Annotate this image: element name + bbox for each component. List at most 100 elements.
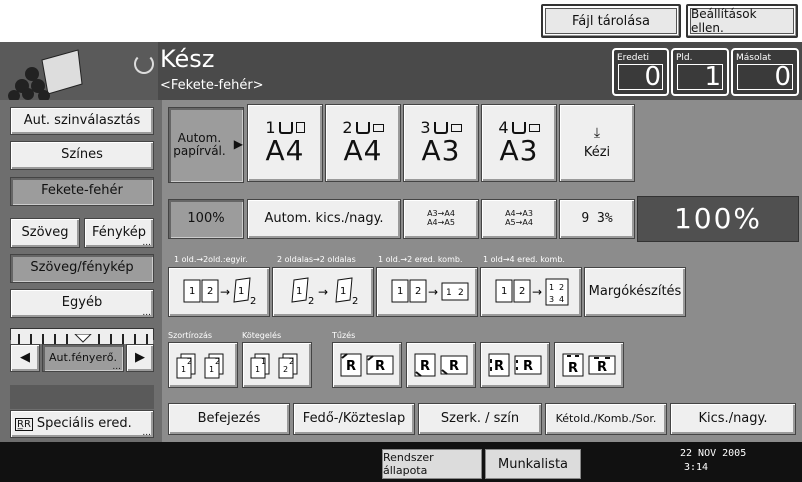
staple-two-left-icon: R R: [488, 353, 542, 377]
auto-color-button[interactable]: Aut. szinválasztás: [10, 107, 154, 135]
svg-text:2: 2: [519, 286, 525, 297]
svg-text:1: 1: [549, 283, 554, 292]
svg-text:R: R: [568, 361, 578, 376]
sheet-icon: [372, 123, 384, 132]
sheet-icon: [528, 123, 540, 132]
svg-text:1: 1: [261, 357, 266, 366]
svg-text:4: 4: [559, 295, 564, 304]
system-status-button[interactable]: Rendszer állapota: [382, 449, 482, 479]
settings-check-label: Beállítások ellen.: [690, 7, 794, 35]
tray-icon: [355, 121, 370, 134]
density-scale: [10, 328, 154, 344]
density-lighter-button[interactable]: ◀: [10, 344, 40, 372]
staple-top-left-button[interactable]: R R: [332, 342, 402, 388]
sheet-icon: [295, 122, 305, 134]
tray-1-button[interactable]: 1 A4: [247, 104, 323, 182]
tray-icon: [433, 121, 448, 134]
auto-reduce-enlarge-button[interactable]: Autom. kics./nagy.: [247, 199, 401, 239]
ready-indicator-icon: [134, 54, 154, 74]
svg-text:1: 1: [501, 286, 507, 297]
svg-text:1: 1: [189, 286, 195, 297]
date-text: 22 NOV 2005: [680, 448, 747, 459]
auto-paper-select-button[interactable]: Autom. papírvál. ▶: [168, 107, 244, 183]
margin-adjust-button[interactable]: Margókészítés: [584, 267, 686, 317]
svg-text:1: 1: [238, 286, 244, 297]
duplex-label-3: 1 old.→2 ered. komb.: [378, 255, 463, 264]
combine-4-icon: 1 2 → 12 34: [495, 278, 569, 306]
copier-logo-icon: [0, 42, 158, 102]
tab-reduce-enlarge[interactable]: Kics./nagy.: [670, 403, 796, 435]
duplex-label-2: 2 oldalas→2 oldalas: [277, 255, 356, 264]
svg-text:1: 1: [255, 365, 260, 374]
svg-text:→: →: [318, 285, 328, 299]
tab-finishing[interactable]: Befejezés: [168, 403, 290, 435]
reduce-a3-a4-button[interactable]: A3→A4 A4→A5: [403, 199, 479, 239]
svg-text:2: 2: [215, 357, 220, 366]
clock: 22 NOV 2005 3:14: [680, 447, 746, 475]
one-sided-combine-4-button[interactable]: 1 2 → 12 34: [480, 267, 582, 317]
svg-text:2: 2: [207, 286, 213, 297]
tray-icon: [511, 121, 526, 134]
combine-2-icon: 1 2 → 12: [391, 279, 469, 303]
svg-text:1: 1: [446, 288, 452, 298]
svg-text:2: 2: [308, 296, 314, 307]
svg-text:R: R: [523, 359, 533, 374]
text-photo-button[interactable]: Szöveg/fénykép: [10, 254, 154, 283]
density-ticks-icon: [11, 333, 153, 344]
staple-two-left-button[interactable]: R R: [480, 342, 550, 388]
text-button[interactable]: Szöveg: [10, 218, 80, 248]
color-mode-text: <Fekete-fehér>: [160, 78, 264, 93]
quantity-counter: Pld. 1: [671, 48, 729, 96]
staple-two-top-button[interactable]: R R: [554, 342, 624, 388]
sort-label: Szortírozás: [168, 331, 213, 340]
two-to-two-sided-button[interactable]: 1 2 → 1 2: [272, 267, 374, 317]
svg-text:2: 2: [559, 283, 564, 292]
tray-4-button[interactable]: 4 A3: [481, 104, 557, 182]
svg-text:1: 1: [340, 286, 346, 297]
bw-button[interactable]: Fekete-fehér: [10, 177, 154, 206]
manual-feed-button[interactable]: ⤓ Kézi: [559, 104, 635, 182]
svg-text:R: R: [420, 359, 430, 374]
svg-text:1: 1: [397, 286, 403, 297]
tab-cover-slip[interactable]: Fedő-/Közteslap: [293, 403, 415, 435]
photo-button[interactable]: Fénykép: [84, 218, 154, 249]
auto-density-button[interactable]: Aut.fényerő.: [42, 344, 124, 373]
enlarge-a4-a3-button[interactable]: A4→A3 A5→A4: [481, 199, 557, 239]
staple-label: Tűzés: [332, 331, 356, 340]
stack-label: Kötegelés: [242, 331, 282, 340]
svg-text:2: 2: [250, 296, 256, 307]
preset-93-button[interactable]: 9 3%: [559, 199, 635, 239]
svg-text:3: 3: [549, 295, 554, 304]
triangle-right-icon: ▶: [233, 137, 243, 152]
one-to-two-sided-button[interactable]: 1 2 → 1 2: [168, 267, 270, 317]
sort-button[interactable]: 21 21: [168, 342, 238, 388]
file-storage-button[interactable]: Fájl tárolása: [541, 4, 681, 38]
stack-button[interactable]: 11 22: [242, 342, 312, 388]
settings-check-button[interactable]: Beállítások ellen.: [686, 4, 798, 38]
triangle-left-icon: ◀: [20, 349, 30, 365]
top-bar: [0, 0, 802, 42]
other-button[interactable]: Egyéb: [10, 289, 154, 319]
duplex-label-1: 1 old.→2old.:egyir.: [174, 255, 248, 264]
svg-text:2: 2: [289, 357, 294, 366]
special-original-button[interactable]: R̲R Speciális ered.: [10, 410, 154, 439]
tray-2-button[interactable]: 2 A4: [325, 104, 401, 182]
svg-text:1: 1: [209, 365, 214, 374]
tray-3-button[interactable]: 3 A3: [403, 104, 479, 182]
tab-edit-color[interactable]: Szerk. / szín: [418, 403, 542, 435]
job-list-button[interactable]: Munkalista: [485, 449, 581, 479]
density-darker-button[interactable]: ▶: [126, 344, 154, 372]
svg-text:→: →: [532, 285, 542, 299]
bypass-tray-icon: ⤓: [593, 125, 601, 142]
svg-text:R: R: [375, 359, 385, 374]
copier-logo-area: [0, 42, 158, 102]
staple-top-left-icon: R R: [340, 353, 394, 377]
staple-bottom-left-button[interactable]: R R: [406, 342, 476, 388]
staple-two-top-icon: R R: [562, 353, 616, 377]
side-separator: [10, 385, 154, 409]
color-button[interactable]: Színes: [10, 141, 154, 170]
full-size-button[interactable]: 100%: [168, 199, 244, 239]
svg-text:2: 2: [352, 296, 358, 307]
tab-duplex-combine[interactable]: Kétold./Komb./Sor.: [545, 403, 667, 435]
one-sided-combine-2-button[interactable]: 1 2 → 12: [376, 267, 478, 317]
